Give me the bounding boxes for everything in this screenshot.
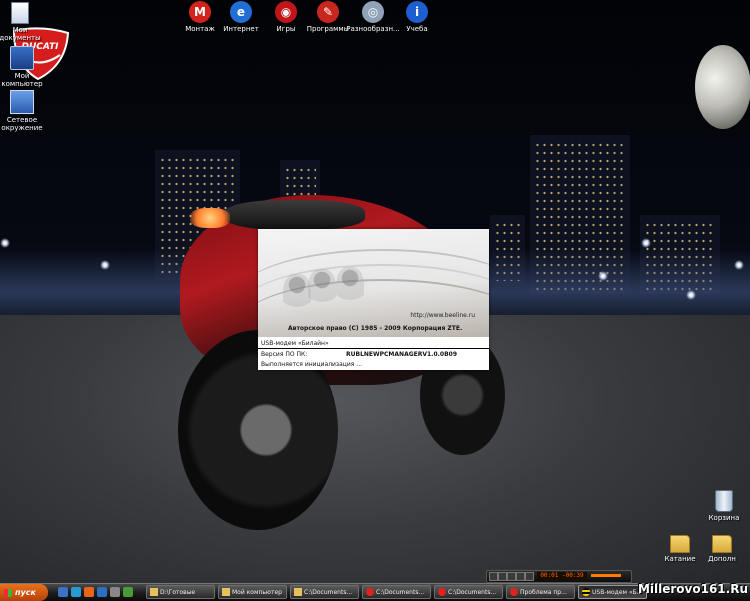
media-player-icon[interactable] [97, 587, 107, 597]
network-icon [10, 90, 34, 114]
documents-icon [11, 2, 29, 24]
cd-icon: ◎ [362, 1, 384, 23]
launcher-item-label: Учеба [406, 25, 428, 33]
splash-artwork: http://www.beeline.ru Авторское право (С… [258, 229, 489, 337]
internet-explorer-icon[interactable] [71, 587, 81, 597]
start-label: пуск [15, 588, 36, 597]
street-light [100, 260, 110, 270]
runner-silhouette [308, 269, 336, 313]
taskbar-item[interactable]: Мой компьютер [218, 585, 287, 599]
start-button[interactable]: пуск [0, 584, 48, 601]
splash-url: http://www.beeline.ru [410, 312, 475, 319]
splash-status: Выполняется инициализация ... [261, 361, 363, 368]
splash-version-value: RUBLNEWPCMANAGERV1.0.0B09 [346, 351, 457, 358]
beeline-modem-splash: http://www.beeline.ru Авторское право (С… [258, 229, 489, 370]
taskbar-item[interactable]: C:\Documents... [290, 585, 359, 599]
my-computer-icon [222, 588, 230, 596]
taskbar-item-label: Проблема пр... [520, 588, 567, 596]
quick-launch-icon[interactable] [123, 587, 133, 597]
taskbar-item[interactable]: C:\Documents... [362, 585, 431, 599]
street-light [641, 238, 651, 248]
taskbar-item-label: USB-модем «Б... [592, 588, 643, 596]
folder-icon [294, 588, 302, 596]
splash-copyright: Авторское право (С) 1985 - 2009 Корпорац… [288, 325, 463, 332]
folder-icon [150, 588, 158, 596]
splash-version-label: Версия ПО ПК: [261, 351, 308, 358]
quick-launch-icon[interactable] [110, 587, 120, 597]
programs-icon: ✎ [317, 1, 339, 23]
desktop-icon-network[interactable]: Сетевое окружение [0, 90, 50, 132]
street-light [598, 271, 608, 281]
taskbar-item[interactable]: D:\Готовые [146, 585, 215, 599]
taskbar-item-label: C:\Documents... [376, 588, 425, 596]
next-button[interactable] [525, 572, 534, 581]
prev-button[interactable] [489, 572, 498, 581]
splash-separator [258, 348, 489, 349]
taskbar-item-label: C:\Documents... [304, 588, 353, 596]
internet-icon: e [230, 1, 252, 23]
windows-flag-icon [4, 588, 12, 597]
desktop-icon-label: Дополн [708, 555, 736, 563]
show-desktop-icon[interactable] [58, 587, 68, 597]
stop-button[interactable] [516, 572, 525, 581]
desktop-icon-label: Мой компьютер [1, 72, 43, 88]
recycle-bin-icon [715, 490, 733, 512]
street-light [686, 290, 696, 300]
desktop-icon-label: Мои документы [0, 26, 41, 42]
volume-bar[interactable] [591, 574, 621, 577]
folder-icon [712, 535, 732, 553]
taskbar-item[interactable]: Проблема пр... [506, 585, 575, 599]
opera-icon [366, 588, 374, 596]
runner-silhouette [336, 267, 364, 311]
splash-info: USB-модем «Билайн» Версия ПО ПК: RUBLNEW… [258, 337, 489, 370]
games-icon: ◉ [275, 1, 297, 23]
firefox-icon[interactable] [84, 587, 94, 597]
taskbar-item[interactable]: C:\Documents... [434, 585, 503, 599]
desktop-icon-my-documents[interactable]: Мои документы [0, 2, 48, 42]
opera-icon [438, 588, 446, 596]
info-icon: i [406, 1, 428, 23]
motorcycle-tail-light [190, 208, 230, 228]
media-player-widget: 00:01 -00:39 [486, 570, 632, 583]
taskbar-item-label: Мой компьютер [232, 588, 282, 596]
folder-icon [670, 535, 690, 553]
street-light [734, 260, 744, 270]
media-time-display: 00:01 -00:39 [537, 572, 587, 580]
site-watermark: Millerovo161.Ru [637, 582, 748, 596]
runner-silhouette [283, 274, 311, 318]
motorcycle-seat [225, 200, 365, 230]
my-computer-icon [10, 46, 34, 70]
splash-product-line: USB-модем «Билайн» [261, 340, 329, 347]
taskbar-item-label: C:\Documents... [448, 588, 497, 596]
opera-icon [510, 588, 518, 596]
desktop-icon-my-computer[interactable]: Мой компьютер [0, 46, 50, 88]
desktop-icon-label: Корзина [708, 514, 740, 522]
beeline-icon [582, 588, 590, 596]
desktop-icon-folder-2[interactable]: Дополн [694, 535, 750, 563]
launcher-item-study[interactable]: i Учеба [387, 0, 447, 33]
moon-image [695, 45, 750, 129]
play-button[interactable] [498, 572, 507, 581]
taskbar-item-active[interactable]: USB-модем «Б... [578, 585, 647, 599]
desktop-icon-label: Сетевое окружение [1, 116, 43, 132]
montage-icon: M [189, 1, 211, 23]
desktop-icon-recycle-bin[interactable]: Корзина [696, 490, 750, 522]
taskbar-item-label: D:\Готовые [160, 588, 196, 596]
pause-button[interactable] [507, 572, 516, 581]
street-light [0, 238, 10, 248]
